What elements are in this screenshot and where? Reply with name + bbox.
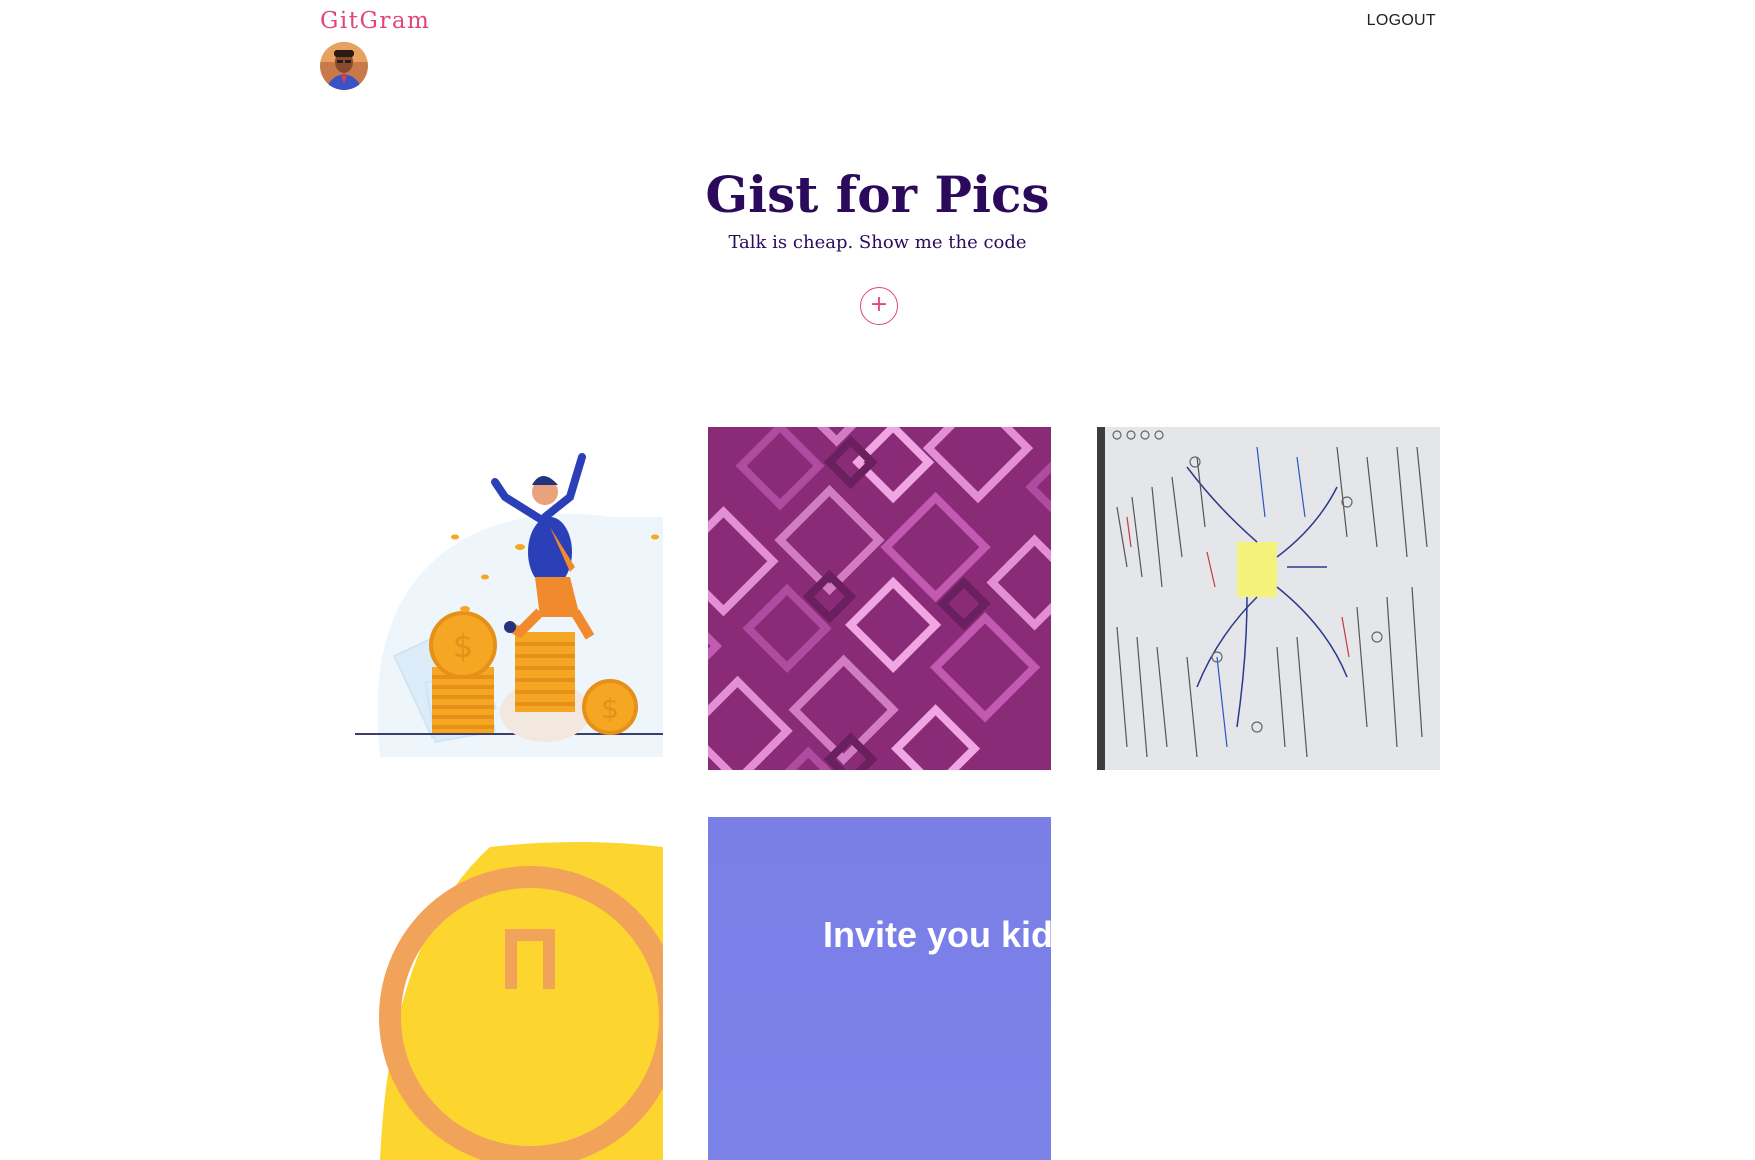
- invite-banner-text: Invite you kid: [823, 914, 1051, 955]
- gallery-item-purple-pattern[interactable]: [708, 427, 1051, 770]
- logout-button[interactable]: LOGOUT: [1367, 12, 1436, 30]
- page-title: Gist for Pics: [705, 165, 1050, 224]
- hero-section: Gist for Pics Talk is cheap. Show me the…: [0, 160, 1755, 256]
- gallery-item-yellow-coin[interactable]: [320, 817, 663, 1160]
- add-post-button[interactable]: +: [860, 287, 898, 325]
- svg-text:$: $: [453, 627, 473, 665]
- svg-text:$: $: [601, 692, 619, 725]
- navbar: GitGram LOGOUT: [320, 0, 1438, 100]
- gallery-item-whiteboard-notes[interactable]: [1097, 427, 1440, 770]
- gallery-item-jumping-man-coins[interactable]: $ $: [320, 427, 663, 770]
- image-grid: $ $ Invite you kid: [320, 427, 1440, 1160]
- plus-icon: +: [869, 292, 889, 317]
- gallery-item-invite-banner[interactable]: Invite you kid: [708, 817, 1051, 1160]
- page-subtitle: Talk is cheap. Show me the code: [728, 232, 1027, 253]
- user-avatar[interactable]: [320, 42, 368, 90]
- brand-logo[interactable]: GitGram: [320, 8, 430, 34]
